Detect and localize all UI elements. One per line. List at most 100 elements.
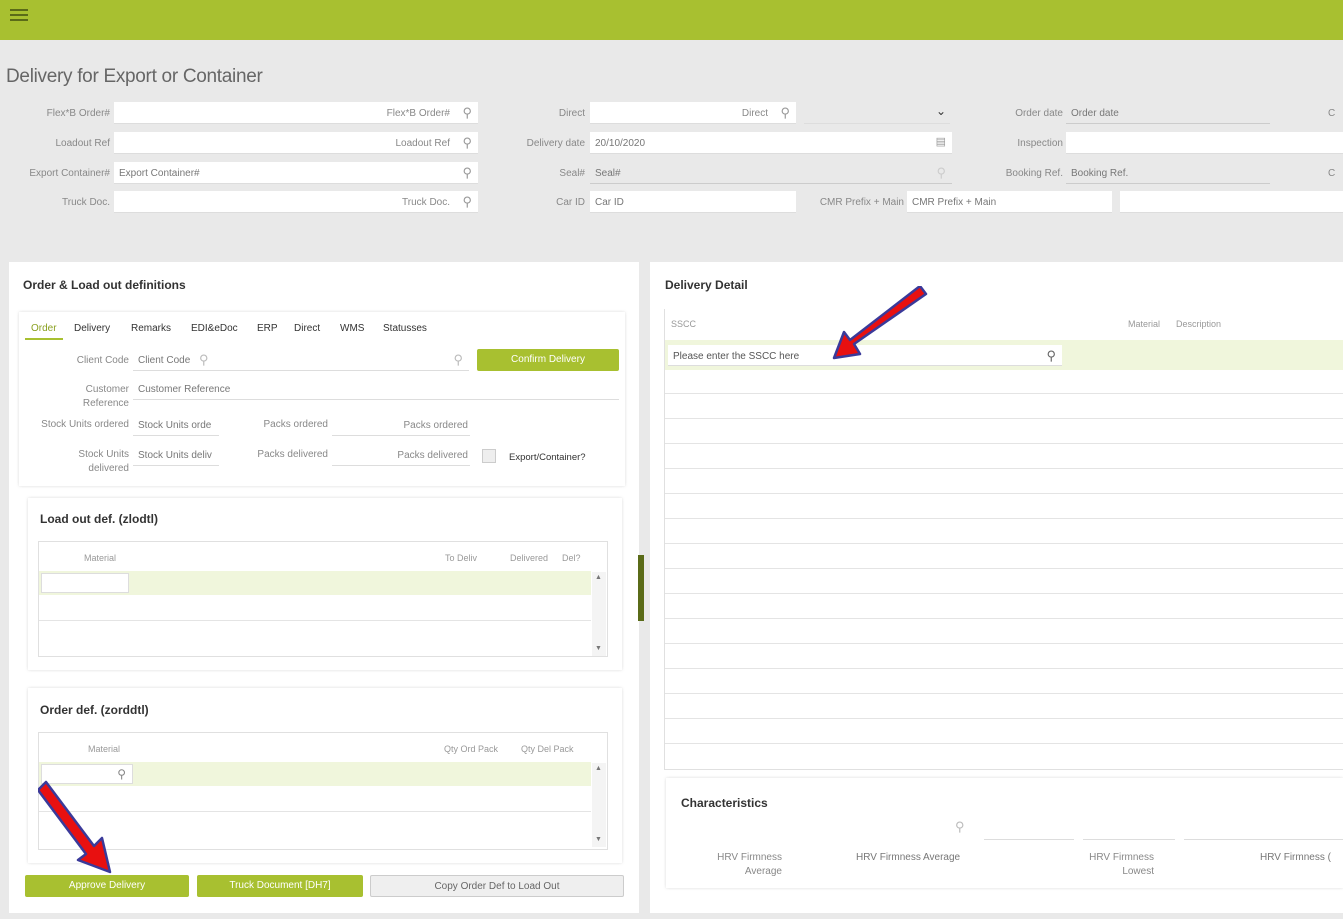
- grid-divider: [665, 393, 1343, 394]
- truck-doc-label: Truck Doc.: [62, 197, 110, 208]
- hrv-firmness-average-label-1: HRV Firmness: [717, 852, 782, 863]
- search-icon[interactable]: ⚲: [462, 194, 472, 210]
- car-id-value: Car ID: [595, 197, 624, 208]
- orderdef-scrollbar[interactable]: ▲ ▼: [592, 763, 606, 847]
- customer-reference-label-1: Customer: [85, 384, 129, 395]
- export-container-field[interactable]: Export Container# ⚲: [114, 162, 478, 184]
- search-icon[interactable]: ⚲: [462, 105, 472, 121]
- chevron-down-icon: ⌄: [935, 104, 946, 118]
- tab-edi-edoc[interactable]: EDI&eDoc: [191, 323, 238, 334]
- loadout-ref-field[interactable]: Loadout Ref ⚲: [114, 132, 478, 154]
- loadout-grid: [38, 541, 608, 657]
- tab-order[interactable]: Order: [31, 323, 57, 334]
- booking-ref-value: Booking Ref.: [1071, 168, 1129, 179]
- export-container-value: Export Container#: [119, 168, 200, 179]
- search-icon[interactable]: ⚲: [1046, 348, 1056, 364]
- search-icon[interactable]: ⚲: [955, 819, 965, 835]
- customer-reference-label-2: Reference: [82, 398, 129, 409]
- car-id-label: Car ID: [556, 197, 585, 208]
- cut-label: C: [1328, 168, 1336, 179]
- grid-divider: [665, 468, 1343, 469]
- cmr-prefix-field[interactable]: CMR Prefix + Main: [907, 191, 1112, 213]
- search-icon[interactable]: ⚲: [780, 105, 790, 121]
- search-icon: ⚲: [936, 165, 946, 180]
- booking-ref-label: Booking Ref.: [1005, 168, 1063, 179]
- grid-divider: [665, 493, 1343, 494]
- stock-units-delivered-value: Stock Units deliv: [138, 450, 212, 461]
- scroll-up-icon[interactable]: ▲: [595, 765, 602, 772]
- tab-wms[interactable]: WMS: [340, 323, 364, 334]
- hamburger-icon[interactable]: [10, 9, 28, 23]
- cmr-prefix-label: CMR Prefix + Main: [819, 197, 904, 208]
- seal-label: Seal#: [559, 168, 585, 179]
- cmr-main-field[interactable]: [1120, 191, 1343, 213]
- scroll-up-icon[interactable]: ▲: [595, 574, 602, 581]
- copy-order-def-button[interactable]: Copy Order Def to Load Out: [370, 875, 624, 897]
- direct-label: Direct: [558, 108, 585, 119]
- delivery-date-field[interactable]: 20/10/2020 ▤: [590, 132, 952, 154]
- client-code-field[interactable]: Client Code ⚲ ⚲: [133, 349, 469, 371]
- stock-units-ordered-field[interactable]: Stock Units orde: [133, 414, 219, 436]
- annotation-arrow-sscc: [832, 286, 928, 360]
- booking-ref-field: Booking Ref.: [1066, 162, 1270, 184]
- calendar-icon[interactable]: ▤: [936, 135, 946, 148]
- order-date-value: Order date: [1071, 108, 1119, 119]
- direct-field[interactable]: Direct ⚲: [590, 102, 796, 124]
- packs-ordered-value: Packs ordered: [403, 420, 468, 431]
- search-icon[interactable]: ⚲: [199, 352, 209, 368]
- direct-dropdown[interactable]: ⌄: [804, 102, 950, 124]
- active-tab-underline: [25, 338, 63, 340]
- loadout-material-input[interactable]: [41, 573, 129, 593]
- tab-statusses[interactable]: Statusses: [383, 323, 427, 334]
- sscc-placeholder: Please enter the SSCC here: [673, 351, 800, 362]
- packs-ordered-field[interactable]: Packs ordered: [332, 414, 470, 436]
- inspection-field[interactable]: [1066, 132, 1343, 154]
- client-code-label: Client Code: [76, 355, 129, 366]
- grid-divider: [665, 618, 1343, 619]
- confirm-delivery-button[interactable]: Confirm Delivery: [477, 349, 619, 371]
- scroll-down-icon[interactable]: ▼: [595, 836, 602, 843]
- stock-units-ordered-value: Stock Units orde: [138, 420, 212, 431]
- hrv-firmness-lowest-label-1: HRV Firmness: [1089, 852, 1154, 863]
- grid-divider: [39, 811, 591, 812]
- approve-delivery-button[interactable]: Approve Delivery: [25, 875, 189, 897]
- grid-divider: [665, 593, 1343, 594]
- loadout-scrollbar[interactable]: ▲ ▼: [592, 572, 606, 656]
- stock-units-delivered-field[interactable]: Stock Units deliv: [133, 444, 219, 466]
- seal-value: Seal#: [595, 168, 621, 179]
- tab-remarks[interactable]: Remarks: [131, 323, 171, 334]
- annotation-arrow-approve: [38, 780, 112, 874]
- car-id-field[interactable]: Car ID: [590, 191, 796, 213]
- detail-grid: [664, 309, 1343, 770]
- tab-erp[interactable]: ERP: [257, 323, 278, 334]
- export-container-label: Export Container#: [29, 168, 110, 179]
- stock-units-delivered-label-2: delivered: [88, 463, 129, 474]
- tab-direct[interactable]: Direct: [294, 323, 320, 334]
- stock-units-ordered-label: Stock Units ordered: [41, 419, 129, 430]
- search-icon[interactable]: ⚲: [453, 352, 463, 368]
- seal-field[interactable]: Seal# ⚲: [590, 162, 952, 184]
- flexb-order-label: Flex*B Order#: [46, 108, 110, 119]
- panel-splitter-handle[interactable]: [638, 555, 644, 621]
- delivery-date-label: Delivery date: [526, 138, 585, 149]
- search-icon[interactable]: ⚲: [462, 135, 472, 151]
- customer-reference-field[interactable]: Customer Reference: [133, 378, 619, 400]
- grid-divider: [665, 643, 1343, 644]
- search-icon[interactable]: ⚲: [462, 165, 472, 181]
- truck-doc-field[interactable]: Truck Doc. ⚲: [114, 191, 478, 213]
- grid-divider: [665, 743, 1343, 744]
- grid-divider: [39, 620, 591, 621]
- export-container-checkbox[interactable]: [482, 449, 496, 463]
- scroll-down-icon[interactable]: ▼: [595, 645, 602, 652]
- packs-delivered-field[interactable]: Packs delivered: [332, 444, 470, 466]
- loadout-ref-label: Loadout Ref: [55, 138, 111, 149]
- flexb-order-field[interactable]: Flex*B Order# ⚲: [114, 102, 478, 124]
- grid-divider: [665, 418, 1343, 419]
- hrv-firmness-average-label-2: Average: [744, 866, 782, 877]
- order-panel-title: Order & Load out definitions: [23, 278, 186, 292]
- tab-delivery[interactable]: Delivery: [74, 323, 110, 334]
- grid-divider: [665, 693, 1343, 694]
- order-date-label: Order date: [1015, 108, 1063, 119]
- grid-divider: [665, 543, 1343, 544]
- truck-document-button[interactable]: Truck Document [DH7]: [197, 875, 363, 897]
